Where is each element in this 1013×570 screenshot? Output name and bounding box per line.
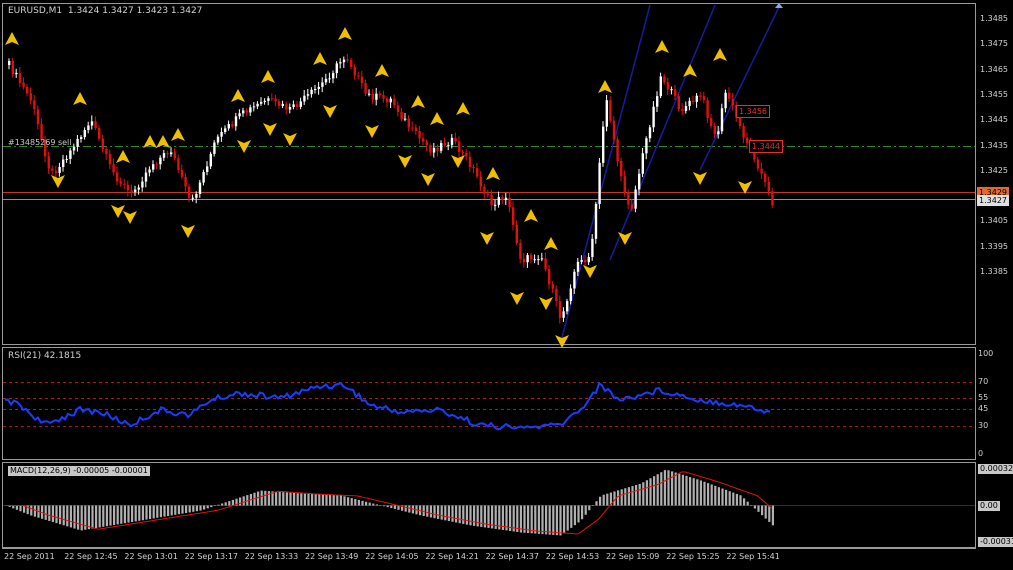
- time-axis-label: 22 Sep 14:37: [485, 552, 539, 561]
- rsi-line: [4, 381, 771, 431]
- rsi-level-0: 0: [978, 449, 984, 458]
- chart-canvas[interactable]: [0, 0, 1013, 570]
- rsi-panel-frame: [2, 347, 976, 460]
- rsi-level-45: 45: [978, 404, 989, 413]
- price-axis-label: 1.3395: [980, 241, 1008, 251]
- price-axis-label: 1.3465: [980, 64, 1008, 74]
- chart-header: EURUSD,M1 1.3424 1.3427 1.3423 1.3427: [8, 6, 202, 16]
- current-price-tag: 1.3427: [977, 195, 1009, 206]
- price-axis-label: 1.3405: [980, 216, 1008, 226]
- price-axis-label: 1.3435: [980, 140, 1008, 150]
- main-panel-frame: [2, 3, 976, 345]
- order-label[interactable]: #13485269 sell: [8, 138, 72, 147]
- time-axis-label: 22 Sep 12:45: [64, 552, 118, 561]
- time-axis-label: 22 Sep 13:49: [305, 552, 359, 561]
- chart-window[interactable]: EURUSD,M1 1.3424 1.3427 1.3423 1.3427 #1…: [0, 0, 1013, 570]
- symbol-label: EURUSD,M1: [8, 6, 63, 16]
- price-axis-label: 1.3425: [980, 165, 1008, 175]
- price-axis-label: 1.3385: [980, 267, 1008, 276]
- rsi-title: RSI(21) 42.1815: [8, 351, 82, 361]
- time-axis-label: 22 Sep 14:05: [365, 552, 419, 561]
- time-axis-label: 22 Sep 13:01: [124, 552, 178, 561]
- time-axis-label: 22 Sep 15:41: [726, 552, 780, 561]
- time-axis-label: 22 Sep 14:53: [545, 552, 600, 561]
- rsi-levels: [3, 382, 975, 427]
- time-axis-label: 22 Sep 15:25: [666, 552, 720, 561]
- rsi-level-100: 100: [978, 349, 994, 358]
- price-axis-label: 1.3475: [980, 39, 1008, 49]
- time-axis-label: 22 Sep 14:21: [425, 552, 479, 561]
- price-axis-label: 1.3445: [980, 115, 1008, 125]
- rsi-level-30: 30: [978, 421, 989, 430]
- time-axis-label: 22 Sep 15:09: [606, 552, 660, 561]
- macd-axis-top: 0.000321: [978, 464, 1013, 474]
- candles-group: [8, 53, 774, 324]
- time-axis-label: 22 Sep 13:17: [184, 552, 238, 561]
- price-axis-label: 1.3485: [980, 14, 1008, 23]
- channel-lines[interactable]: [559, 4, 781, 346]
- time-axis-label: 22 Sep 13:33: [244, 552, 299, 561]
- rsi-level-55: 55: [978, 393, 989, 402]
- price-tag-level-1[interactable]: 1.3456: [736, 105, 770, 118]
- price-axis-label: 1.3455: [980, 89, 1008, 99]
- time-axis-label: 22 Sep 2011: [4, 552, 55, 561]
- macd-axis-bottom: -0.000314: [978, 537, 1013, 547]
- price-tag-level-2[interactable]: 1.3444: [749, 140, 783, 153]
- ohlc-values: 1.3424 1.3427 1.3423 1.3427: [67, 6, 203, 16]
- rsi-level-70: 70: [978, 377, 989, 386]
- macd-label: MACD(12,26,9) -0.00005 -0.00001: [8, 466, 150, 476]
- macd-axis-mid: 0.00: [978, 501, 1000, 511]
